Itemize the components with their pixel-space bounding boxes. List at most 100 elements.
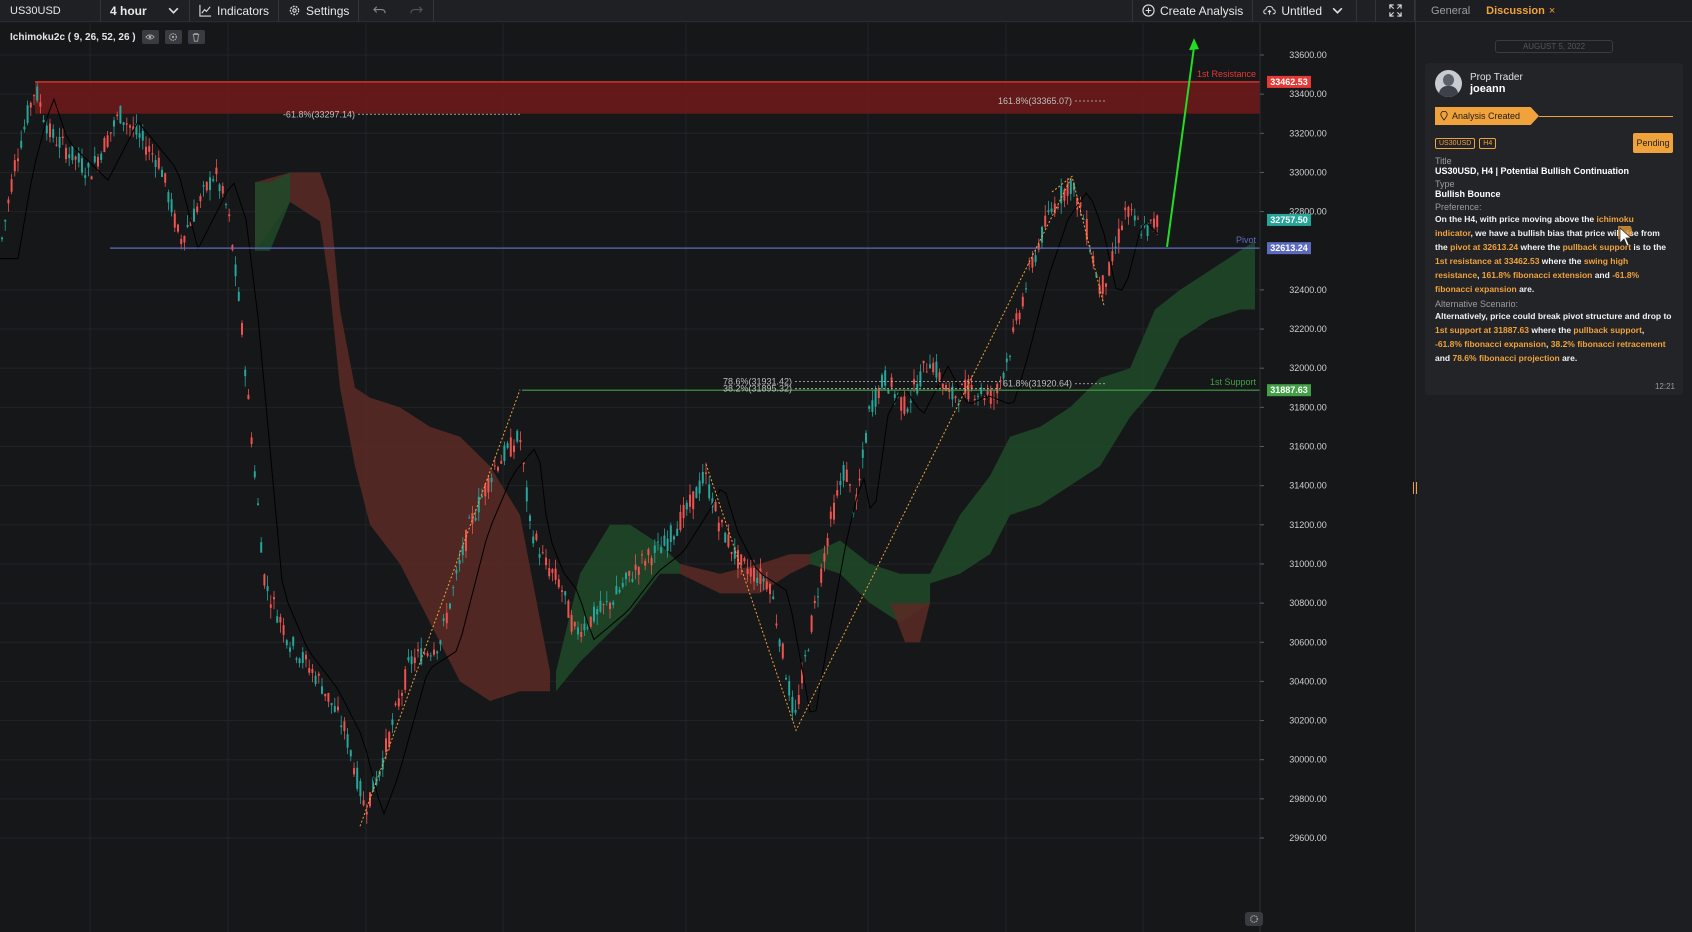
candle-body	[1153, 218, 1155, 228]
price-chart[interactable]: 1st Resistance Pivot 1st Support 161.8%(33…	[0, 23, 1415, 932]
author-role: Prop Trader	[1470, 72, 1523, 83]
candle-body	[317, 673, 320, 676]
indicator-remove-button[interactable]	[187, 30, 205, 44]
symbol-tag: US30USD	[1435, 137, 1476, 149]
candle-body	[1028, 262, 1031, 265]
candle-body	[29, 102, 32, 108]
price-tick-label: 29600.00	[1289, 833, 1327, 843]
tab-discussion[interactable]: Discussion ×	[1486, 5, 1555, 17]
candle-body	[298, 658, 301, 664]
candle-body	[218, 184, 221, 192]
status-label: Analysis Created	[1452, 111, 1521, 121]
highlighted-term: pullback support	[1573, 325, 1642, 335]
candle-body	[10, 179, 13, 192]
price-tick-label: 31000.00	[1289, 559, 1327, 569]
chart-settings-button[interactable]	[1245, 912, 1263, 926]
candle-body	[474, 517, 477, 521]
candle-body	[36, 86, 39, 101]
candle-body	[653, 545, 656, 553]
candle-body	[282, 625, 285, 635]
candle-body	[1021, 296, 1024, 307]
price-axis[interactable]: 33600.0033400.0033200.0033000.0032800.00…	[1259, 23, 1415, 932]
text-segment: where the	[1539, 256, 1584, 266]
layout-selector[interactable]: Untitled	[1253, 0, 1356, 22]
candle-body	[333, 706, 336, 712]
candle-body	[250, 437, 253, 445]
interval-label: 4 hour	[110, 3, 147, 18]
create-analysis-button[interactable]: Create Analysis	[1133, 0, 1252, 22]
candlestick-series	[1, 81, 1159, 824]
candle-body	[913, 379, 915, 385]
candle-body	[465, 530, 467, 552]
candle-body	[900, 397, 903, 411]
candle-body	[1085, 218, 1088, 240]
candle-body	[1063, 189, 1066, 201]
candle-body	[164, 173, 167, 183]
candle-body	[621, 583, 624, 587]
candle-body	[77, 153, 80, 163]
candle-body	[637, 567, 640, 575]
candle-body	[657, 541, 659, 543]
redo-button[interactable]	[400, 0, 433, 22]
fullscreen-button[interactable]	[1376, 0, 1414, 22]
candle-body	[61, 136, 64, 139]
candle-body	[666, 538, 669, 551]
location-pin-icon	[1440, 111, 1448, 121]
candle-body	[685, 502, 688, 510]
undo-icon	[373, 6, 387, 14]
candle-body	[1005, 358, 1008, 363]
candle-body	[938, 372, 941, 382]
price-tick-label: 31800.00	[1289, 402, 1327, 412]
candle-body	[452, 587, 455, 589]
tab-general[interactable]: General	[1431, 5, 1470, 17]
settings-label: Settings	[306, 3, 350, 18]
fullscreen-icon	[1388, 4, 1402, 17]
indicators-button[interactable]: Indicators	[190, 0, 278, 22]
candle-body	[93, 155, 96, 163]
status-divider	[1539, 116, 1673, 117]
avatar[interactable]	[1435, 70, 1462, 97]
candle-body	[170, 199, 173, 213]
candle-body	[631, 579, 634, 582]
alternative-text: Alternatively, price could break pivot s…	[1435, 309, 1673, 365]
candle-body	[861, 449, 864, 458]
candle-body	[1130, 209, 1133, 211]
indicator-visibility-button[interactable]	[141, 30, 159, 44]
candle-body	[669, 525, 672, 543]
close-icon[interactable]: ×	[1549, 5, 1555, 17]
candle-body	[349, 750, 352, 757]
candle-body	[429, 655, 432, 657]
chart-canvas[interactable]: 1st Resistance Pivot 1st Support 161.8%(33…	[0, 23, 1415, 932]
highlighted-term: 78.6% fibonacci projection	[1452, 353, 1560, 363]
target-arrow-line[interactable]	[1166, 47, 1195, 247]
candle-body	[1117, 228, 1120, 244]
indicators-label: Indicators	[217, 3, 270, 18]
candle-body	[586, 627, 589, 629]
candle-body	[724, 532, 727, 543]
candle-body	[1127, 206, 1130, 217]
candle-body	[730, 551, 733, 554]
candle-body	[410, 656, 413, 665]
candle-body	[817, 596, 819, 598]
candle-body	[167, 192, 170, 203]
settings-button[interactable]: Settings	[279, 0, 358, 22]
eye-icon	[145, 34, 155, 40]
candle-body	[881, 374, 883, 388]
candle-body	[826, 538, 829, 547]
candle-body	[663, 535, 666, 546]
interval-selector[interactable]: 4 hour	[101, 0, 189, 22]
candle-body	[769, 583, 771, 595]
author-name[interactable]: joeann	[1470, 83, 1523, 95]
candle-body	[455, 570, 458, 574]
date-separator: AUGUST 5, 2022	[1495, 40, 1613, 53]
candle-body	[404, 669, 407, 690]
indicator-settings-button[interactable]	[164, 30, 182, 44]
resistance-label: 1st Resistance	[1197, 69, 1256, 79]
candle-body	[1140, 234, 1143, 236]
panel-resize-handle[interactable]	[1413, 482, 1417, 494]
candle-body	[209, 177, 211, 191]
candle-body	[922, 360, 925, 364]
undo-button[interactable]	[359, 0, 400, 22]
candle-body	[781, 643, 784, 659]
symbol-selector[interactable]: US30USD	[0, 0, 100, 22]
